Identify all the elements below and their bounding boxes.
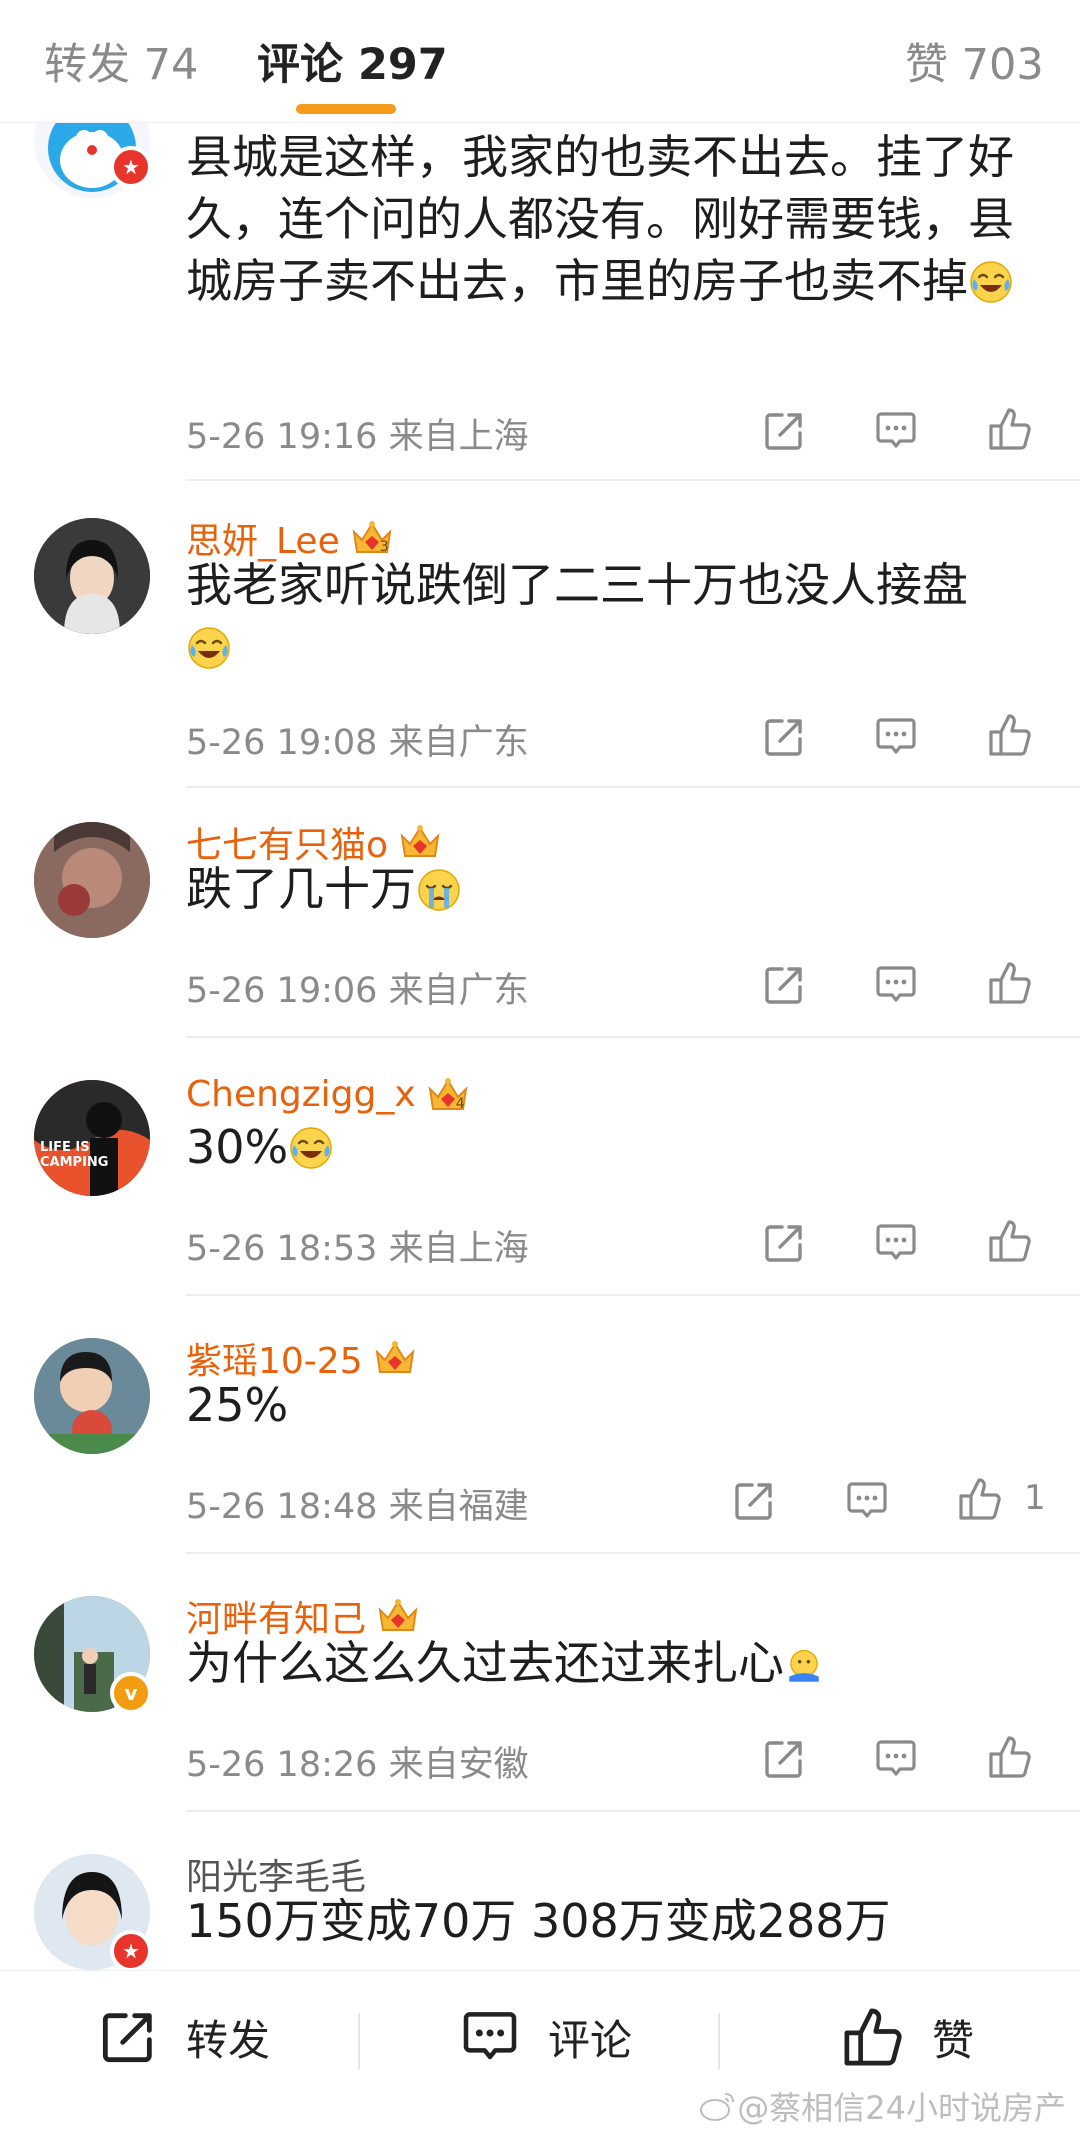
hug-emoji <box>784 1647 824 1687</box>
avatar[interactable] <box>34 822 150 938</box>
comment-text: 为什么这么久过去还过来扎心 <box>186 1632 1016 1694</box>
repost-icon[interactable] <box>730 1477 778 1525</box>
comment-meta: 5-26 19:06 来自广东 <box>186 962 529 1013</box>
comment-icon[interactable] <box>872 1735 920 1783</box>
like-icon[interactable] <box>986 1217 1034 1265</box>
like-icon[interactable] <box>986 405 1034 453</box>
comment-icon <box>458 2005 522 2069</box>
laugh-cry-emoji <box>186 625 232 671</box>
comment-meta: 5-26 18:26 来自安徽 <box>186 1736 529 1787</box>
comment-text: 跌了几十万 <box>186 858 1016 920</box>
divider <box>186 479 1080 481</box>
comment-icon[interactable] <box>872 713 920 761</box>
crown-level: 4 <box>455 1095 465 1112</box>
divider <box>186 1810 1080 1812</box>
comment-time: 5-26 18:48 <box>186 1487 378 1527</box>
comment-text: 30% <box>186 1116 1016 1178</box>
like-icon[interactable] <box>986 1733 1034 1781</box>
avatar-caption: LIFE IS CAMPING <box>40 1140 108 1170</box>
tab-comments[interactable]: 评论 297 <box>257 30 448 92</box>
bottom-action-bar: 转发 评论 赞 @蔡相信24小时说房产 <box>0 1970 1080 2134</box>
tab-likes[interactable]: 赞 703 <box>905 30 1044 92</box>
comment-text-content: 30% <box>186 1120 289 1174</box>
laugh-cry-emoji <box>968 259 1014 305</box>
comment-meta: 5-26 19:08 来自广东 <box>186 714 529 765</box>
divider <box>186 786 1080 788</box>
crying-emoji <box>416 867 462 913</box>
like-icon[interactable] <box>956 1475 1004 1523</box>
comment-location: 来自上海 <box>388 417 529 457</box>
tab-repost[interactable]: 转发 74 <box>44 30 198 92</box>
bottom-like-label: 赞 <box>932 2015 975 2065</box>
comment-meta: 5-26 19:16 来自上海 <box>186 408 529 459</box>
comment-time: 5-26 18:26 <box>186 1745 378 1785</box>
repost-icon[interactable] <box>760 961 808 1009</box>
comment-text: 县城是这样，我家的也卖不出去。挂了好久，连个问的人都没有。刚好需要钱，县城房子卖… <box>186 126 1016 312</box>
comment-icon[interactable] <box>872 1219 920 1267</box>
divider <box>358 2013 360 2069</box>
avatar-caption-line: LIFE IS <box>40 1140 90 1155</box>
username-text: Chengzigg_x <box>186 1074 416 1115</box>
bottom-comment-button[interactable]: 评论 <box>458 1997 632 2077</box>
watermark: @蔡相信24小时说房产 <box>699 2083 1066 2129</box>
comment-text: 150万变成70万 308万变成288万 <box>186 1894 891 1948</box>
verified-badge: v <box>110 1672 152 1714</box>
comment-time: 5-26 19:16 <box>186 417 378 457</box>
crown-level: 3 <box>379 539 389 555</box>
repost-icon <box>96 2005 160 2069</box>
comment-text-content: 为什么这么久过去还过来扎心 <box>186 1636 784 1690</box>
tab-bar: 转发 74 评论 297 赞 703 <box>0 0 1080 123</box>
repost-icon[interactable] <box>760 713 808 761</box>
comment-icon[interactable] <box>872 961 920 1009</box>
comment-text: 我老家听说跌倒了二三十万也没人接盘 <box>186 554 1016 678</box>
repost-icon[interactable] <box>760 407 808 455</box>
comment-time: 5-26 19:08 <box>186 723 378 763</box>
divider <box>186 1552 1080 1554</box>
like-icon[interactable] <box>986 711 1034 759</box>
like-count: 1 <box>1024 1478 1046 1518</box>
laugh-cry-emoji <box>288 1125 334 1171</box>
weibo-icon <box>700 2093 735 2121</box>
comment-meta: 5-26 18:48 来自福建 <box>186 1478 529 1529</box>
verified-badge: ★ <box>110 1930 152 1970</box>
avatar-caption-line: CAMPING <box>40 1155 109 1170</box>
comment-time: 5-26 18:53 <box>186 1229 378 1269</box>
comment-time: 5-26 19:06 <box>186 971 378 1011</box>
like-icon <box>840 2004 906 2070</box>
comment-location: 来自安徽 <box>388 1745 529 1785</box>
comment-icon[interactable] <box>872 407 920 455</box>
crown-icon <box>373 1338 417 1378</box>
repost-icon[interactable] <box>760 1219 808 1267</box>
divider <box>186 1036 1080 1038</box>
bottom-repost-label: 转发 <box>186 2015 271 2065</box>
comment-location: 来自福建 <box>388 1487 529 1527</box>
like-icon[interactable] <box>986 959 1034 1007</box>
repost-icon[interactable] <box>760 1735 808 1783</box>
avatar[interactable] <box>34 1338 150 1454</box>
avatar[interactable]: LIFE IS CAMPING <box>34 1080 150 1196</box>
comment-location: 来自上海 <box>388 1229 529 1269</box>
username[interactable]: Chengzigg_x 4 <box>186 1074 465 1115</box>
comment-location: 来自广东 <box>388 971 529 1011</box>
divider <box>186 1294 1080 1296</box>
bottom-like-button[interactable]: 赞 <box>840 1997 974 2077</box>
comment-icon[interactable] <box>843 1477 891 1525</box>
comment-list: ★ 县城是这样，我家的也卖不出去。挂了好久，连个问的人都没有。刚好需要钱，县城房… <box>0 122 1080 1970</box>
active-tab-indicator <box>296 104 396 114</box>
bottom-repost-button[interactable]: 转发 <box>96 1997 270 2077</box>
comment-text-content: 我老家听说跌倒了二三十万也没人接盘 <box>186 558 968 612</box>
crown-icon <box>398 822 442 862</box>
verified-badge: ★ <box>110 146 152 188</box>
comment-text: 25% <box>186 1378 289 1432</box>
watermark-text: @蔡相信24小时说房产 <box>737 2089 1066 2127</box>
crown-icon <box>376 1596 420 1636</box>
comment-location: 来自广东 <box>388 723 529 763</box>
comment-meta: 5-26 18:53 来自上海 <box>186 1220 529 1271</box>
avatar[interactable] <box>34 518 150 634</box>
comment-text-content: 县城是这样，我家的也卖不出去。挂了好久，连个问的人都没有。刚好需要钱，县城房子卖… <box>186 130 1014 308</box>
bottom-comment-label: 评论 <box>548 2015 633 2065</box>
divider <box>718 2013 720 2069</box>
comment-text-content: 跌了几十万 <box>186 862 416 916</box>
